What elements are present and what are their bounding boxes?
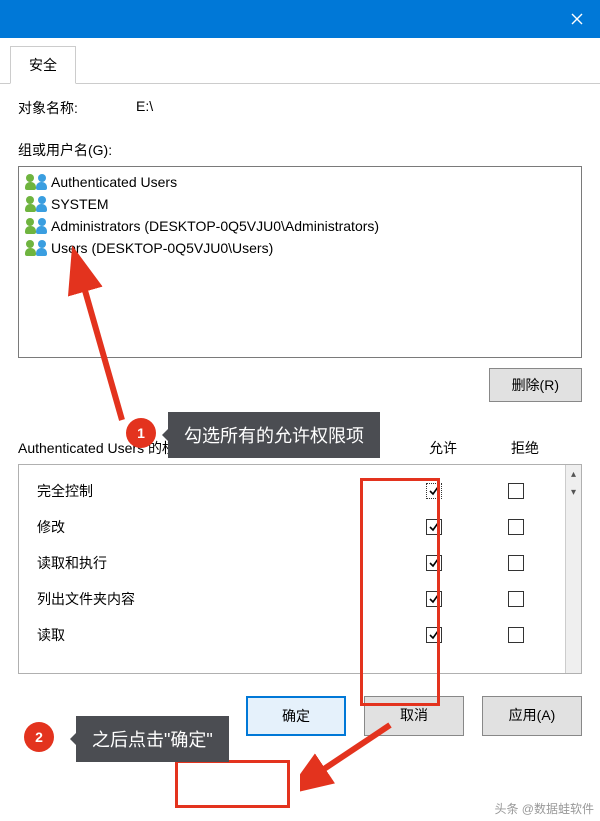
list-item-label: Authenticated Users [51, 174, 177, 190]
deny-checkbox[interactable] [508, 627, 524, 643]
users-icon [26, 196, 46, 212]
groups-label: 组或用户名(G): [18, 140, 582, 160]
apply-button[interactable]: 应用(A) [482, 696, 582, 736]
permission-name: 完全控制 [37, 481, 393, 501]
permission-name: 读取和执行 [37, 553, 393, 573]
deny-checkbox[interactable] [508, 591, 524, 607]
title-bar [0, 0, 600, 38]
annotation-badge-1: 1 [126, 418, 156, 448]
users-icon [26, 174, 46, 190]
close-button[interactable] [554, 1, 600, 37]
deny-checkbox[interactable] [508, 483, 524, 499]
list-item-label: Administrators (DESKTOP-0Q5VJU0\Administ… [51, 218, 379, 234]
list-item[interactable]: Administrators (DESKTOP-0Q5VJU0\Administ… [25, 215, 575, 237]
ok-button[interactable]: 确定 [246, 696, 346, 736]
group-users-listbox[interactable]: Authenticated Users SYSTEM Administrator… [18, 166, 582, 358]
users-icon [26, 218, 46, 234]
cancel-button[interactable]: 取消 [364, 696, 464, 736]
deny-checkbox[interactable] [508, 519, 524, 535]
permission-row: 修改 [37, 509, 561, 545]
list-item[interactable]: Authenticated Users [25, 171, 575, 193]
deny-checkbox[interactable] [508, 555, 524, 571]
allow-checkbox[interactable] [426, 555, 442, 571]
list-item[interactable]: SYSTEM [25, 193, 575, 215]
permission-name: 列出文件夹内容 [37, 589, 393, 609]
annotation-badge-2: 2 [24, 722, 54, 752]
allow-checkbox[interactable] [426, 591, 442, 607]
tab-security[interactable]: 安全 [10, 46, 76, 84]
permission-row: 读取和执行 [37, 545, 561, 581]
permission-row: 读取 [37, 617, 561, 653]
deny-column-header: 拒绝 [484, 438, 566, 458]
annotation-box [175, 760, 290, 808]
annotation-callout-2: 之后点击"确定" [76, 716, 229, 762]
scroll-down-icon[interactable]: ▾ [566, 483, 581, 501]
scroll-up-icon[interactable]: ▴ [566, 465, 581, 483]
list-item-label: Users (DESKTOP-0Q5VJU0\Users) [51, 240, 273, 256]
permission-name: 修改 [37, 517, 393, 537]
allow-checkbox[interactable] [426, 519, 442, 535]
object-name-label: 对象名称: [18, 98, 136, 118]
object-name-value: E:\ [136, 98, 153, 118]
allow-checkbox[interactable] [426, 483, 442, 499]
tab-strip: 安全 [0, 38, 600, 84]
list-item[interactable]: Users (DESKTOP-0Q5VJU0\Users) [25, 237, 575, 259]
annotation-callout-1: 勾选所有的允许权限项 [168, 412, 380, 458]
permissions-list: 完全控制修改读取和执行列出文件夹内容读取 ▴ ▾ [18, 464, 582, 674]
permission-name: 读取 [37, 625, 393, 645]
scrollbar[interactable]: ▴ ▾ [565, 465, 581, 673]
allow-checkbox[interactable] [426, 627, 442, 643]
watermark: 头条 @数据蛙软件 [494, 800, 594, 817]
users-icon [26, 240, 46, 256]
permission-row: 完全控制 [37, 473, 561, 509]
remove-button[interactable]: 删除(R) [489, 368, 582, 402]
permission-row: 列出文件夹内容 [37, 581, 561, 617]
allow-column-header: 允许 [402, 438, 484, 458]
list-item-label: SYSTEM [51, 196, 109, 212]
